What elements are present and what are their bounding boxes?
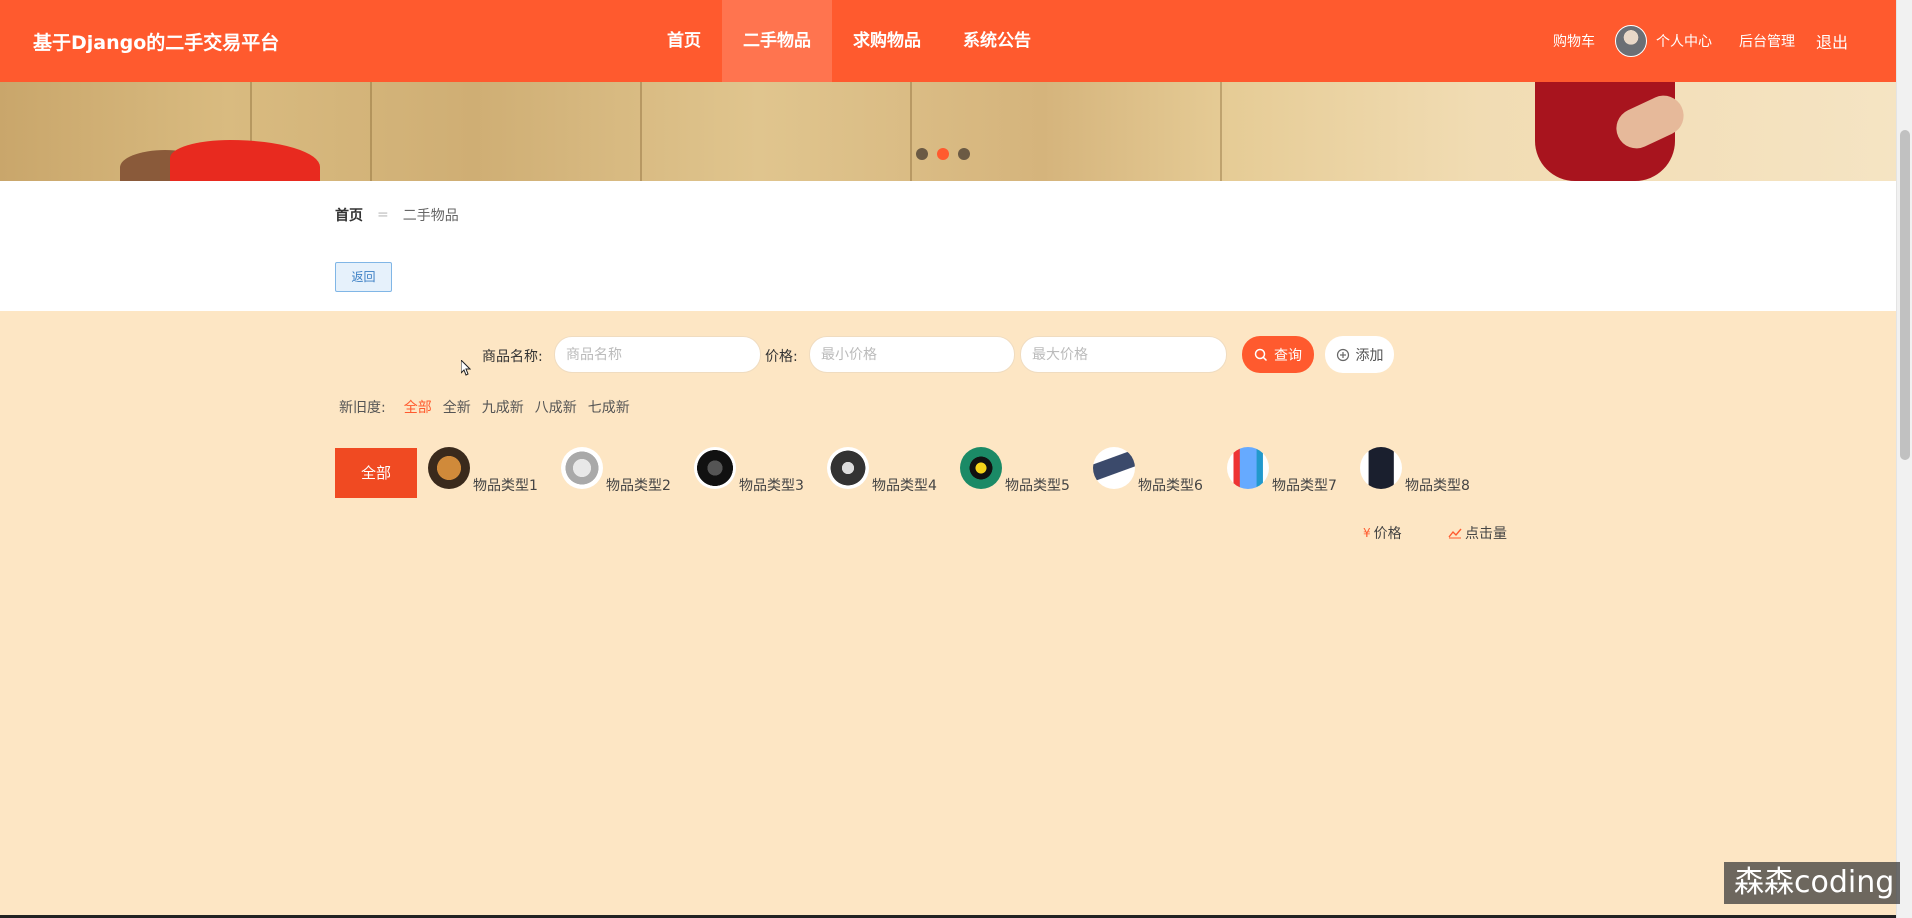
category-tab-label: 物品类型1 bbox=[473, 478, 538, 494]
breadcrumb-separator: = bbox=[377, 207, 389, 223]
admin-link[interactable]: 后台管理 bbox=[1739, 31, 1795, 51]
category-4-thumbnail bbox=[827, 447, 869, 489]
category-2-thumbnail bbox=[561, 447, 603, 489]
nav-announcements[interactable]: 系统公告 bbox=[942, 0, 1052, 82]
sort-clicks-label: 点击量 bbox=[1465, 526, 1507, 542]
cart-link[interactable]: 购物车 bbox=[1553, 31, 1595, 51]
category-tab-label: 物品类型6 bbox=[1138, 478, 1203, 494]
sort-price-label: 价格 bbox=[1373, 526, 1402, 542]
category-tab-label: 物品类型7 bbox=[1272, 478, 1337, 494]
main-nav: 首页 二手物品 求购物品 系统公告 bbox=[646, 0, 1052, 82]
banner-panel-line bbox=[1220, 82, 1222, 181]
avatar[interactable] bbox=[1615, 25, 1647, 57]
banner-panel-line bbox=[370, 82, 372, 181]
category-tab-label: 物品类型5 bbox=[1005, 478, 1070, 494]
add-button-label: 添加 bbox=[1355, 347, 1384, 364]
breadcrumb-home[interactable]: 首页 bbox=[335, 205, 363, 225]
condition-option-70[interactable]: 七成新 bbox=[588, 397, 630, 417]
condition-filter: 新旧度: 全部 全新 九成新 八成新 七成新 bbox=[339, 397, 630, 417]
page-scrollbar[interactable] bbox=[1896, 0, 1912, 918]
carousel-indicators bbox=[916, 148, 970, 160]
nav-wanted-items[interactable]: 求购物品 bbox=[832, 0, 942, 82]
breadcrumb: 首页 = 二手物品 bbox=[335, 205, 459, 225]
category-tab-label: 物品类型2 bbox=[606, 478, 671, 494]
breadcrumb-current: 二手物品 bbox=[402, 208, 459, 224]
max-price-input[interactable] bbox=[1020, 336, 1227, 373]
carousel-dot-active[interactable] bbox=[937, 148, 949, 160]
banner-carousel[interactable] bbox=[0, 82, 1896, 181]
scrollbar-thumb[interactable] bbox=[1900, 130, 1910, 460]
nav-home[interactable]: 首页 bbox=[646, 0, 722, 82]
category-3-thumbnail bbox=[694, 447, 736, 489]
min-price-input[interactable] bbox=[809, 336, 1015, 373]
product-name-input[interactable] bbox=[554, 336, 761, 373]
plus-circle-icon bbox=[1336, 348, 1349, 361]
yuan-icon: ¥ bbox=[1363, 526, 1371, 540]
nav-secondhand-items[interactable]: 二手物品 bbox=[722, 0, 832, 82]
carousel-dot[interactable] bbox=[958, 148, 970, 160]
top-header: 基于Django的二手交易平台 首页 二手物品 求购物品 系统公告 购物车 个人… bbox=[0, 0, 1896, 82]
category-8-thumbnail bbox=[1360, 447, 1402, 489]
condition-option-80[interactable]: 八成新 bbox=[535, 397, 577, 417]
query-button-label: 查询 bbox=[1274, 347, 1302, 364]
breadcrumb-section: 首页 = 二手物品 返回 bbox=[0, 181, 1896, 311]
category-tab-label: 物品类型3 bbox=[739, 478, 804, 494]
category-5-thumbnail bbox=[960, 447, 1002, 489]
condition-option-90[interactable]: 九成新 bbox=[482, 397, 524, 417]
search-icon bbox=[1254, 348, 1268, 361]
sort-by-clicks[interactable]: 点击量 bbox=[1448, 523, 1507, 543]
banner-panel-line bbox=[640, 82, 642, 181]
condition-option-all[interactable]: 全部 bbox=[404, 397, 432, 417]
banner-shoe-image bbox=[170, 140, 320, 181]
banner-panel-line bbox=[910, 82, 912, 181]
mouse-cursor-icon bbox=[461, 360, 471, 376]
price-label: 价格: bbox=[765, 349, 798, 365]
query-button[interactable]: 查询 bbox=[1242, 336, 1314, 373]
watermark: 森森coding bbox=[1724, 862, 1900, 904]
category-tab-label: 物品类型8 bbox=[1405, 478, 1470, 494]
product-name-label: 商品名称: bbox=[482, 349, 543, 365]
profile-link[interactable]: 个人中心 bbox=[1656, 31, 1712, 51]
back-button[interactable]: 返回 bbox=[335, 262, 392, 292]
add-button[interactable]: 添加 bbox=[1325, 336, 1394, 373]
category-1-thumbnail bbox=[428, 447, 470, 489]
trend-up-icon bbox=[1448, 528, 1462, 539]
condition-option-new[interactable]: 全新 bbox=[443, 397, 471, 417]
category-tab-label: 物品类型4 bbox=[872, 478, 937, 494]
logout-link[interactable]: 退出 bbox=[1816, 29, 1848, 53]
category-6-thumbnail bbox=[1093, 447, 1135, 489]
category-7-thumbnail bbox=[1227, 447, 1269, 489]
sort-by-price[interactable]: ¥ 价格 bbox=[1363, 523, 1402, 543]
category-all-tab[interactable]: 全部 bbox=[335, 448, 417, 498]
carousel-dot[interactable] bbox=[916, 148, 928, 160]
site-brand[interactable]: 基于Django的二手交易平台 bbox=[33, 28, 279, 55]
condition-label: 新旧度: bbox=[339, 400, 386, 416]
